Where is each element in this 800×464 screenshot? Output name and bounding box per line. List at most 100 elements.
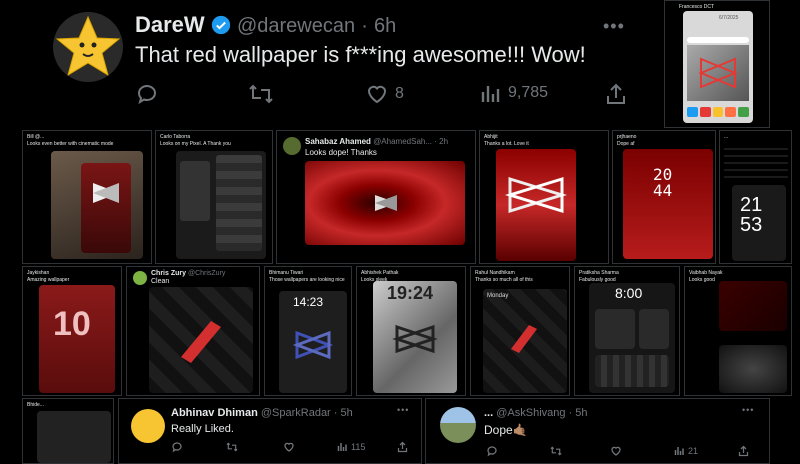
views-chart-icon [337,443,347,451]
share-icon[interactable] [397,441,408,455]
mini-author: Bill @... [27,134,45,140]
author-name[interactable]: ... [484,407,493,419]
mini-text: Looks dope! Thanks [305,148,377,157]
phone-screen [176,151,266,259]
mini-text: Those wallpapers are looking nice [269,277,345,283]
reply-card-bottom-left[interactable]: Bhide... [22,398,114,464]
reply-card[interactable]: Rahul Nandhikam Thanks so much all of th… [470,266,570,396]
author-handle[interactable]: @darewecan [237,15,355,37]
black-phone-screen: Monday [483,289,567,393]
phone-screen [37,411,111,463]
red-phone-screen: 20 44 [623,149,713,259]
mini-text: Looks even better with cinematic mode [27,141,114,147]
clock-phone-screen: 21 53 [732,185,786,261]
mini-author: Abhijit [484,134,498,140]
widget-label: Monday [487,293,509,299]
dark-wave-image [719,345,787,393]
retweet-icon[interactable] [226,441,238,455]
views-button[interactable]: 115 [337,441,365,452]
timestamp[interactable]: · 5h [569,407,588,419]
timestamp[interactable]: 6h [374,15,396,37]
reply-card[interactable]: Jaykishan Amazing wallpaper 10 [22,266,122,396]
search-bar [687,37,749,43]
mini-text: Looks on my Pixel. A Thank you [160,141,231,147]
views-count: 9,785 [508,84,549,101]
reply-icon[interactable] [171,441,183,455]
reply-card[interactable]: Bill @... Looks even better with cinemat… [22,130,152,264]
mini-author: prjhaeno [617,134,637,140]
tweet-text: Dope🤙🏽 [484,423,528,437]
reply-card[interactable]: Vaibhab Nayak Looks good [684,266,792,396]
grid-row-2: Jaykishan Amazing wallpaper 10 Chris Zur… [22,266,792,396]
phone-screenshot-topright[interactable]: Francesco DCT 6/7/2025 [664,0,770,128]
tweet-text: Really Liked. [171,423,234,435]
author-handle[interactable]: @AskShivang [496,407,565,419]
reply-card[interactable]: Carlo Taborra Looks on my Pixel. A Thank… [155,130,273,264]
avatar[interactable] [131,409,165,443]
reply-icon[interactable] [486,445,498,459]
x-logo-icon [504,176,568,214]
clock-minute: 53 [740,214,763,236]
reply-lines [724,143,788,183]
mini-author: Bhide... [27,402,44,408]
reply-card[interactable]: ... 21 53 [719,130,792,264]
reply-icon[interactable] [135,82,159,111]
verified-badge-icon [211,15,230,35]
mini-handle: @AhamedSah... [373,137,433,146]
reply-tweet-askshivang: ... @AskShivang · 5h ••• Dope🤙🏽 21 [425,398,770,464]
mini-author: Pratiksha Sharma [579,270,619,276]
reply-card[interactable]: prjhaeno Dope af 20 44 [612,130,716,264]
app-dock [687,107,749,117]
mini-author: Sahabaz Ahamed [305,137,371,146]
author-name[interactable]: DareW [135,12,205,37]
clock: 19:24 [387,283,434,303]
reply-card[interactable]: Pratiksha Sharma Fabulously good 8:00 [574,266,680,396]
separator: · [361,15,368,37]
like-count: 8 [395,85,404,102]
retweet-icon[interactable] [248,82,274,111]
more-options-icon[interactable]: ••• [742,405,754,415]
date-label: 6/7/2025 [719,15,739,21]
heart-icon[interactable] [610,445,622,459]
tweet-text: That red wallpaper is f***ing awesome!!!… [135,42,586,67]
share-icon[interactable] [738,445,749,459]
mini-author: Abhishek Pathak [361,270,399,276]
x-logo-icon [93,183,119,203]
views-count: 115 [351,441,366,452]
reply-card[interactable]: Sahabaz Ahamed @AhamedSah... · 2h Looks … [276,130,476,264]
phone-photo [51,151,143,259]
author-handle[interactable]: @SparkRadar [261,407,331,419]
mini-text: Clean [151,278,170,285]
black-phone-screen: 8:00 [589,283,675,393]
avatar[interactable] [283,137,301,155]
views-button[interactable]: 9,785 [480,82,548,104]
big-number: 10 [53,305,91,343]
avatar[interactable] [53,12,123,82]
phone-screen: 14:23 [279,291,347,393]
like-button[interactable]: 8 [365,82,404,106]
avatar[interactable] [133,271,147,285]
avatar[interactable] [440,407,476,443]
reply-card[interactable]: Chris Zury @ChrisZury Clean [126,266,260,396]
mini-time: · 2h [434,137,449,146]
mini-author: Carlo Taborra [160,134,191,140]
mini-author: Vaibhab Nayak [689,270,723,276]
reply-card[interactable]: Abhijit Thanks a lot. Love it [479,130,609,264]
views-chart-icon [674,447,684,455]
timestamp[interactable]: · 5h [334,407,353,419]
more-options-icon[interactable]: ••• [603,16,625,37]
share-icon[interactable] [605,82,627,111]
reply-card[interactable]: Bhimanu Tiwari Those wallpapers are look… [264,266,352,396]
clock: 14:23 [293,295,324,309]
retweet-icon[interactable] [550,445,562,459]
views-button[interactable]: 21 [674,445,698,456]
more-options-icon[interactable]: ••• [397,405,409,415]
dark-red-image [719,281,787,331]
heart-icon[interactable] [283,441,295,455]
views-count: 21 [688,445,699,456]
author-name[interactable]: Abhinav Dhiman [171,407,258,419]
mini-text: Dope af [617,141,635,147]
mini-author: ... [724,134,729,140]
mini-handle: @ChrisZury [187,270,226,277]
reply-card[interactable]: Abhishek Pathak Looks sleek 19:24 [356,266,466,396]
